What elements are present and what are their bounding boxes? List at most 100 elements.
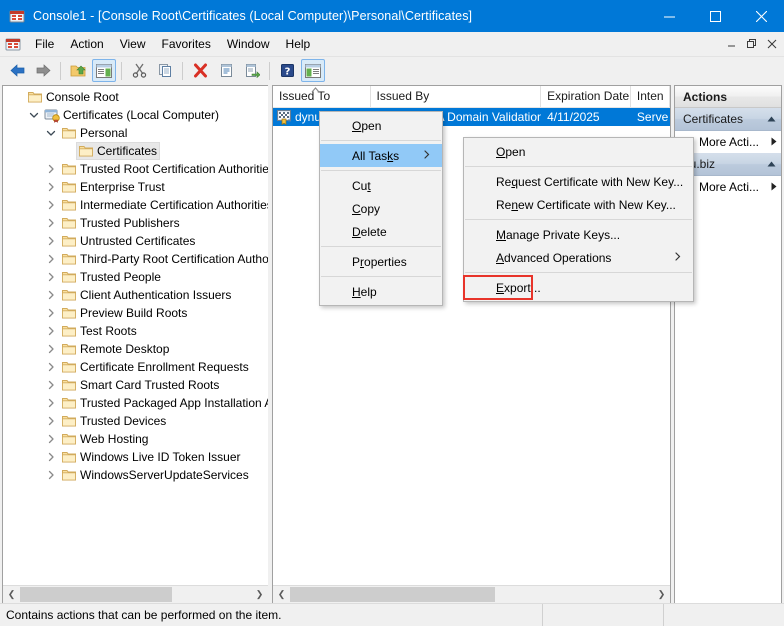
column-header-inten[interactable]: Inten (631, 86, 670, 107)
menu-help[interactable]: Help (278, 34, 319, 54)
tree-item-content[interactable]: Trusted Publishers (59, 214, 183, 232)
menu-item-delete[interactable]: Delete (320, 220, 442, 243)
column-header-issued-to[interactable]: Issued To (273, 86, 371, 107)
chevron-right-icon[interactable] (43, 395, 59, 411)
tree-scroll-track[interactable] (20, 587, 251, 602)
column-header-issued-by[interactable]: Issued By (371, 86, 542, 107)
chevron-right-icon[interactable] (43, 449, 59, 465)
tree-item-content[interactable]: Third-Party Root Certification Authoriti… (59, 250, 268, 268)
tree-item-web-hosting[interactable]: Web Hosting (3, 430, 268, 448)
tree-item-content[interactable]: Web Hosting (59, 430, 151, 448)
chevron-right-icon[interactable] (43, 377, 59, 393)
minimize-button[interactable] (646, 0, 692, 32)
mdi-close-button[interactable] (762, 34, 782, 54)
tree-item-test-roots[interactable]: Test Roots (3, 322, 268, 340)
tree-item-client-authentication-issuers[interactable]: Client Authentication Issuers (3, 286, 268, 304)
tree-scroll-right-arrow[interactable]: ❯ (251, 587, 268, 602)
tree-item-enterprise-trust[interactable]: Enterprise Trust (3, 178, 268, 196)
tree-item-windowsserverupdateservices[interactable]: WindowsServerUpdateServices (3, 466, 268, 484)
chevron-right-icon[interactable] (43, 161, 59, 177)
tree-item-trusted-packaged-app-installation-authorit[interactable]: Trusted Packaged App Installation Author… (3, 394, 268, 412)
chevron-right-icon[interactable] (43, 287, 59, 303)
tree-item-smart-card-trusted-roots[interactable]: Smart Card Trusted Roots (3, 376, 268, 394)
maximize-button[interactable] (692, 0, 738, 32)
tree-item-personal[interactable]: Personal (3, 124, 268, 142)
chevron-down-icon[interactable] (43, 125, 59, 141)
menu-item-properties[interactable]: Properties (320, 250, 442, 273)
tree-scroll-thumb[interactable] (20, 587, 172, 602)
menu-action[interactable]: Action (62, 34, 111, 54)
chevron-right-icon[interactable] (43, 305, 59, 321)
show-hide-console-tree-button[interactable] (92, 59, 116, 82)
tree-item-content[interactable]: Windows Live ID Token Issuer (59, 448, 244, 466)
back-button[interactable] (5, 59, 29, 82)
mdi-minimize-button[interactable] (722, 34, 742, 54)
tree-item-certificates-local-computer[interactable]: Certificates (Local Computer) (3, 106, 268, 124)
menu-item-all-tasks[interactable]: All Tasks (320, 144, 442, 167)
tree-item-content[interactable]: WindowsServerUpdateServices (59, 466, 252, 484)
tree-item-content[interactable]: Intermediate Certification Authorities (59, 196, 268, 214)
chevron-right-icon[interactable] (43, 467, 59, 483)
properties-button[interactable] (214, 59, 238, 82)
tree-item-content[interactable]: Trusted People (59, 268, 164, 286)
tree-item-content[interactable]: Trusted Root Certification Authorities (59, 160, 268, 178)
tree-item-intermediate-certification-authorities[interactable]: Intermediate Certification Authorities (3, 196, 268, 214)
chevron-right-icon[interactable] (43, 413, 59, 429)
tree-item-content[interactable]: Preview Build Roots (59, 304, 190, 322)
menu-item-advanced-operations[interactable]: Advanced Operations (464, 246, 693, 269)
tree-item-trusted-people[interactable]: Trusted People (3, 268, 268, 286)
tree-item-trusted-publishers[interactable]: Trusted Publishers (3, 214, 268, 232)
menu-item-help[interactable]: Help (320, 280, 442, 303)
tree-item-content[interactable]: Smart Card Trusted Roots (59, 376, 222, 394)
tree-item-content[interactable]: Client Authentication Issuers (59, 286, 234, 304)
tree-item-content[interactable]: Trusted Packaged App Installation Author… (59, 394, 268, 412)
tree-item-certificate-enrollment-requests[interactable]: Certificate Enrollment Requests (3, 358, 268, 376)
tree-item-content[interactable]: Enterprise Trust (59, 178, 168, 196)
chevron-right-icon[interactable] (43, 251, 59, 267)
tree-item-untrusted-certificates[interactable]: Untrusted Certificates (3, 232, 268, 250)
tree-item-content[interactable]: Test Roots (59, 322, 140, 340)
all-tasks-submenu[interactable]: Open Request Certificate with New Key... R… (463, 137, 694, 302)
forward-button[interactable] (31, 59, 55, 82)
menu-item-renew-certificate-with-new-key[interactable]: Renew Certificate with New Key... (464, 193, 693, 216)
menu-favorites[interactable]: Favorites (154, 34, 219, 54)
cut-button[interactable] (127, 59, 151, 82)
chevron-right-icon[interactable] (43, 359, 59, 375)
up-one-level-button[interactable] (66, 59, 90, 82)
menu-view[interactable]: View (112, 34, 154, 54)
menu-file[interactable]: File (27, 34, 62, 54)
list-scroll-thumb[interactable] (290, 587, 495, 602)
collapse-group-icon[interactable] (767, 114, 776, 124)
tree-item-console-root[interactable]: Console Root (3, 88, 268, 106)
certificate-context-menu[interactable]: Open All Tasks Cut Copy Delete Properties Help (319, 111, 443, 306)
menu-item-copy[interactable]: Copy (320, 197, 442, 220)
column-header-expiration-date[interactable]: Expiration Date (541, 86, 631, 107)
tree-item-remote-desktop[interactable]: Remote Desktop (3, 340, 268, 358)
actions-group-header-certificates[interactable]: Certificates (675, 108, 781, 131)
delete-button[interactable] (188, 59, 212, 82)
tree-item-content[interactable]: Certificates (Local Computer) (42, 106, 222, 124)
list-scroll-left-arrow[interactable]: ❮ (273, 587, 290, 602)
copy-button[interactable] (153, 59, 177, 82)
collapse-group-icon[interactable] (767, 159, 776, 169)
tree-item-content[interactable]: Personal (59, 124, 130, 142)
list-scroll-track[interactable] (290, 587, 653, 602)
tree-item-content[interactable]: Untrusted Certificates (59, 232, 198, 250)
close-button[interactable] (738, 0, 784, 32)
tree-item-windows-live-id-token-issuer[interactable]: Windows Live ID Token Issuer (3, 448, 268, 466)
list-horizontal-scrollbar[interactable]: ❮ ❯ (273, 585, 670, 603)
chevron-down-icon[interactable] (26, 107, 42, 123)
menu-item-export highlighted[interactable]: Export... (463, 275, 541, 300)
chevron-right-icon[interactable] (43, 323, 59, 339)
menu-item-manage-private-keys[interactable]: Manage Private Keys... (464, 223, 693, 246)
tree-item-trusted-devices[interactable]: Trusted Devices (3, 412, 268, 430)
menu-item-cut[interactable]: Cut (320, 174, 442, 197)
chevron-right-icon[interactable] (43, 269, 59, 285)
chevron-right-icon[interactable] (43, 233, 59, 249)
chevron-right-icon[interactable] (43, 431, 59, 447)
menu-item-request-certificate-with-new-key[interactable]: Request Certificate with New Key... (464, 170, 693, 193)
tree-item-content[interactable]: Console Root (25, 88, 122, 106)
menu-window[interactable]: Window (219, 34, 278, 54)
console-tree[interactable]: Console Root Certificates (Local Computer… (3, 86, 268, 585)
list-scroll-right-arrow[interactable]: ❯ (653, 587, 670, 602)
